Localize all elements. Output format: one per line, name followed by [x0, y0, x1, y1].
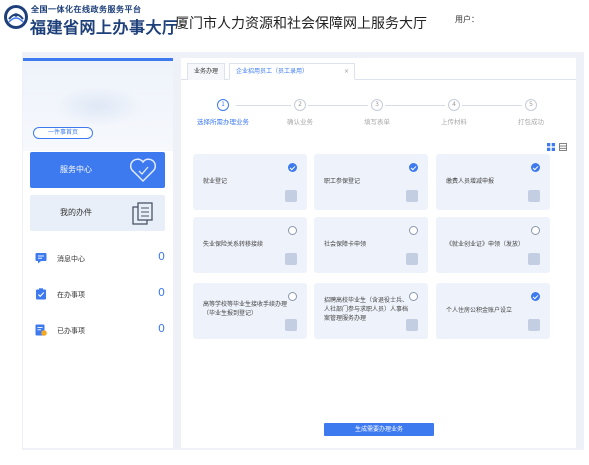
list-view-icon[interactable]	[559, 143, 567, 151]
camera-icon	[528, 319, 540, 331]
card-title: 高等学校等毕业生接收手续办理（毕业生报到登记）	[203, 301, 288, 317]
step-package-success: 5 打包成功	[496, 99, 566, 126]
sidebar-item-messages[interactable]: 消息中心 0	[35, 250, 165, 268]
card-checkbox[interactable]	[409, 163, 418, 172]
main-panel: 业务办理 企业招用员工（员工录用） × 1 选择所需办理业务 2 确认业务 3 …	[181, 58, 576, 448]
business-card-housing-fund-account[interactable]: 个人住房公积金账户设立	[436, 283, 550, 339]
step-fill-form: 3 填写表单	[342, 99, 412, 126]
step-upload-materials: 4 上传材料	[419, 99, 489, 126]
user-label: 用户：	[455, 15, 479, 24]
business-card-insurance-registration[interactable]: 职工参保登记	[314, 154, 428, 210]
step-label: 确认业务	[287, 118, 313, 126]
completed-count: 0	[158, 322, 165, 335]
card-checkbox[interactable]	[531, 226, 540, 235]
badge-icon	[285, 319, 297, 331]
camera-icon	[406, 190, 418, 202]
card-checkbox[interactable]	[531, 292, 540, 301]
sidebar-item-label: 在办事项	[57, 291, 85, 299]
service-center-label: 服务中心	[60, 165, 92, 174]
card-checkbox[interactable]	[288, 163, 297, 172]
message-count: 0	[158, 250, 165, 263]
card-title: 失业保险关系转移接续	[203, 241, 264, 248]
banner-decoration	[53, 86, 143, 126]
business-card-employment-registration[interactable]: 就业登记	[193, 154, 307, 210]
card-title: 社会保障卡申领	[324, 241, 367, 248]
card-title: 缴费人员增减申报	[446, 178, 495, 185]
step-label: 填写表单	[364, 118, 390, 126]
tab-business[interactable]: 业务办理	[187, 63, 225, 80]
person-icon	[406, 253, 418, 265]
step-number: 2	[294, 99, 306, 111]
business-card-social-security-card[interactable]: 社会保障卡申领	[314, 217, 428, 273]
close-icon[interactable]: ×	[344, 64, 349, 79]
header: 全国一体化在线政务服务平台 福建省网上办事大厅 厦门市人力资源和社会保障网上服务…	[0, 0, 589, 42]
sidebar-item-label: 消息中心	[57, 255, 85, 263]
in-progress-count: 0	[158, 286, 165, 299]
step-select-business: 1 选择所需办理业务	[188, 99, 258, 126]
business-card-graduate-reception[interactable]: 高等学校等毕业生接收手续办理（毕业生报到登记）	[193, 283, 307, 339]
my-work-label: 我的办件	[60, 208, 92, 217]
id-card-icon	[285, 253, 297, 265]
platform-title: 福建省网上办事大厅	[30, 18, 179, 37]
certificate-icon	[528, 253, 540, 265]
tab-employee-recruitment[interactable]: 企业招用员工（员工录用） ×	[229, 63, 355, 80]
step-label: 打包成功	[518, 118, 544, 126]
step-number: 3	[371, 99, 383, 111]
sidebar-item-completed[interactable]: 已办事项 0	[35, 322, 165, 340]
document-icon	[132, 202, 153, 225]
card-title: 《就业创业证》申领（发放）	[446, 241, 525, 248]
government-emblem-icon	[4, 5, 28, 29]
card-checkbox[interactable]	[409, 292, 418, 301]
step-number: 1	[217, 99, 229, 111]
business-card-archive-management[interactable]: 招聘高校毕业生（含退役士兵、人社部门参与求职人员）人事档案管理服务办理	[314, 283, 428, 339]
site-title: 厦门市人力资源和社会保障网上服务大厅	[175, 16, 427, 32]
tab-bar: 业务办理 企业招用员工（员工录用） ×	[181, 58, 576, 80]
step-number: 5	[525, 99, 537, 111]
business-card-payer-change[interactable]: 缴费人员增减申报	[436, 154, 550, 210]
sidebar-banner: 一件事首页	[23, 61, 173, 151]
step-label: 上传材料	[441, 118, 467, 126]
business-card-unemployment-transfer[interactable]: 失业保险关系转移接续	[193, 217, 307, 273]
my-work-button[interactable]: 我的办件	[30, 195, 165, 231]
sidebar-item-in-progress[interactable]: 在办事项 0	[35, 286, 165, 304]
edit-icon	[285, 190, 297, 202]
add-icon	[528, 190, 540, 202]
generate-business-button[interactable]: 生成需要办理业务	[324, 423, 434, 436]
message-icon	[35, 253, 47, 264]
card-title: 职工参保登记	[324, 178, 361, 185]
service-center-button[interactable]: 服务中心	[30, 152, 165, 188]
step-confirm-business: 2 确认业务	[265, 99, 335, 126]
back-home-button[interactable]: 一件事首页	[33, 127, 93, 139]
step-label: 选择所需办理业务	[197, 118, 249, 126]
grid-view-icon[interactable]	[547, 143, 555, 151]
completed-document-icon	[35, 324, 47, 336]
transfer-icon	[406, 319, 418, 331]
sidebar: 一件事首页 服务中心 我的办件 消息中心 0 在办事项 0 已办事项 0	[23, 58, 173, 448]
card-checkbox[interactable]	[288, 292, 297, 301]
card-title: 个人住房公积金账户设立	[446, 307, 513, 314]
step-number: 4	[448, 99, 460, 111]
business-card-employment-certificate[interactable]: 《就业创业证》申领（发放）	[436, 217, 550, 273]
clipboard-check-icon	[36, 288, 46, 300]
card-checkbox[interactable]	[288, 226, 297, 235]
tab-label: 企业招用员工（员工录用）	[236, 68, 309, 75]
card-checkbox[interactable]	[409, 226, 418, 235]
card-title: 招聘高校毕业生（含退役士兵、人社部门参与求职人员）人事档案管理服务办理	[324, 297, 409, 322]
card-checkbox[interactable]	[531, 163, 540, 172]
heart-icon	[129, 158, 157, 183]
card-title: 就业登记	[203, 178, 228, 185]
sidebar-item-label: 已办事项	[57, 327, 85, 335]
